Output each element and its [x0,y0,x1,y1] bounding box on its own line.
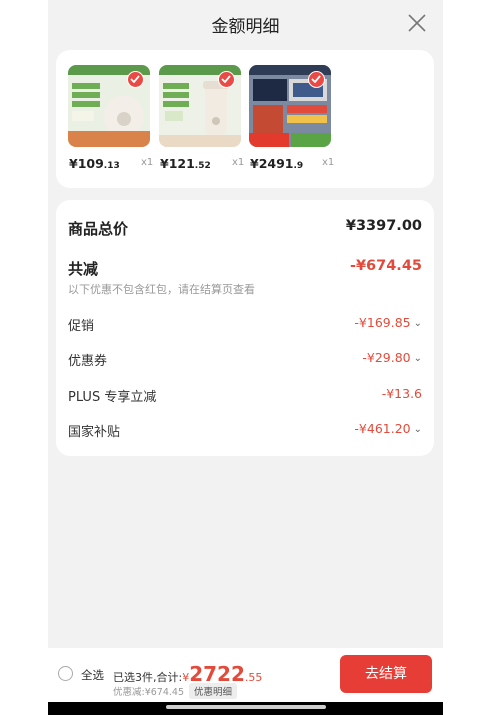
product-image[interactable] [68,65,150,147]
total-price-value: ¥3397.00 [345,218,422,234]
chevron-down-icon[interactable]: ⌄ [414,424,422,435]
product-list: ¥109.13 x1 ¥121.52 x1 ¥2491.9 x1 [56,50,434,188]
product-quantity: x1 [322,157,335,168]
sheet-header: 金额明细 [48,0,443,46]
total-discount-label: 共减 [68,260,99,278]
selected-check-icon[interactable] [218,71,235,88]
product-item-2[interactable]: ¥121.52 x1 [159,65,244,171]
national-subsidy-label: 国家补贴 [68,425,121,440]
promotion-value: -¥169.85 [354,315,411,330]
selected-check-icon[interactable] [308,71,325,88]
total-price-label: 商品总价 [68,220,129,238]
plus-discount-label: PLUS 专享立减 [68,390,157,405]
checkout-bar: 全选 已选3件,合计:¥2722.55 优惠减:¥674.45 优惠明细 去结算 [48,648,443,702]
chevron-down-icon[interactable]: ⌄ [414,318,422,329]
promotion-label: 促销 [68,319,95,334]
discount-summary: 优惠减:¥674.45 优惠明细 [113,683,238,699]
total-discount-value: -¥674.45 [349,258,422,274]
product-image[interactable] [249,65,331,147]
amount-detail-sheet: 金额明细 ¥109.13 x1 ¥121.52 x1 ¥2491.9 x1 商品… [48,0,443,715]
plus-discount-value: -¥13.6 [381,386,422,401]
coupon-label: 优惠券 [68,354,108,369]
close-icon[interactable] [407,13,427,33]
discount-note: 以下优惠不包含红包，请在结算页查看 [68,283,255,296]
product-quantity: x1 [232,157,245,168]
discount-detail-button[interactable]: 优惠明细 [189,683,238,699]
coupon-value: -¥29.80 [362,350,411,365]
price-summary: 商品总价 ¥3397.00 共减 -¥674.45 以下优惠不包含红包，请在结算… [56,200,434,456]
sheet-title: 金额明细 [211,17,280,37]
product-quantity: x1 [141,157,154,168]
national-subsidy-value: -¥461.20 [354,421,411,436]
product-item-3[interactable]: ¥2491.9 x1 [249,65,334,171]
selected-check-icon[interactable] [127,71,144,88]
home-indicator[interactable] [166,705,326,709]
select-all-label[interactable]: 全选 [81,667,104,683]
select-all-radio[interactable] [58,666,73,681]
product-image[interactable] [159,65,241,147]
chevron-down-icon[interactable]: ⌄ [414,353,422,364]
product-item-1[interactable]: ¥109.13 x1 [68,65,153,171]
checkout-button[interactable]: 去结算 [340,655,432,693]
